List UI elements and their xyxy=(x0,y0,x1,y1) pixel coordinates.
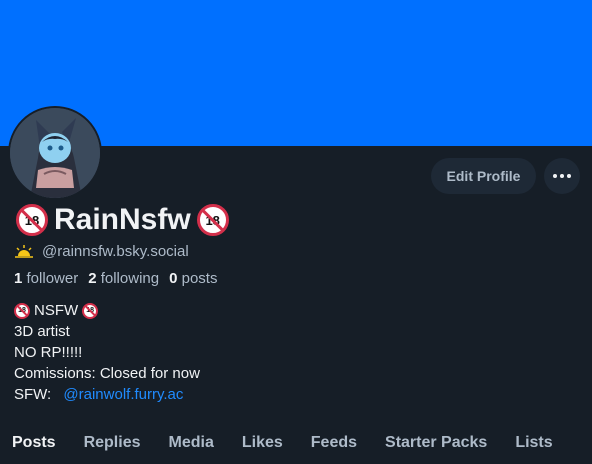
tab-feeds[interactable]: Feeds xyxy=(297,424,371,452)
no-under-18-icon: 18 xyxy=(196,204,229,236)
following-stat[interactable]: 2 following xyxy=(88,270,159,287)
no-under-18-icon: 18 xyxy=(16,204,48,236)
tab-likes[interactable]: Likes xyxy=(228,424,297,452)
tab-lists[interactable]: Lists xyxy=(501,424,566,452)
sunrise-icon xyxy=(15,245,33,258)
followers-stat[interactable]: 1 follower xyxy=(14,270,78,287)
edit-profile-label: Edit Profile xyxy=(446,168,521,184)
bio-sfw-link[interactable]: @rainwolf.furry.ac xyxy=(63,384,183,405)
display-name: RainNsfw xyxy=(54,203,191,236)
avatar[interactable] xyxy=(8,106,102,200)
bio-line: SFW: @rainwolf.furry.ac xyxy=(14,384,184,405)
handle-row: @rainnsfw.bsky.social xyxy=(14,242,189,260)
bio-line: 18 NSFW 18 xyxy=(14,300,200,321)
bio-line: 3D artist xyxy=(14,323,70,340)
display-name-row: 18 RainNsfw 18 xyxy=(16,200,229,240)
ellipsis-icon xyxy=(553,174,571,178)
handle-text[interactable]: @rainnsfw.bsky.social xyxy=(42,243,189,260)
no-under-18-icon: 18 xyxy=(82,302,99,319)
no-under-18-icon: 18 xyxy=(14,302,30,319)
tab-posts[interactable]: Posts xyxy=(0,424,70,452)
bio-line: Comissions: Closed for now xyxy=(14,365,200,382)
posts-stat: 0 posts xyxy=(169,270,218,287)
edit-profile-button[interactable]: Edit Profile xyxy=(431,158,536,194)
bio-line: NO RP!!!!! xyxy=(14,344,83,361)
tab-replies[interactable]: Replies xyxy=(70,424,155,452)
profile-stats: 1 follower 2 following 0 posts xyxy=(14,270,217,287)
tab-media[interactable]: Media xyxy=(155,424,228,452)
tab-starter-packs[interactable]: Starter Packs xyxy=(371,424,501,452)
profile-bio: 18 NSFW 18 3D artist NO RP!!!!! Comissio… xyxy=(14,300,200,405)
avatar-image xyxy=(10,108,100,198)
profile-tabs: Posts Replies Media Likes Feeds Starter … xyxy=(0,424,592,464)
more-options-button[interactable] xyxy=(544,158,580,194)
